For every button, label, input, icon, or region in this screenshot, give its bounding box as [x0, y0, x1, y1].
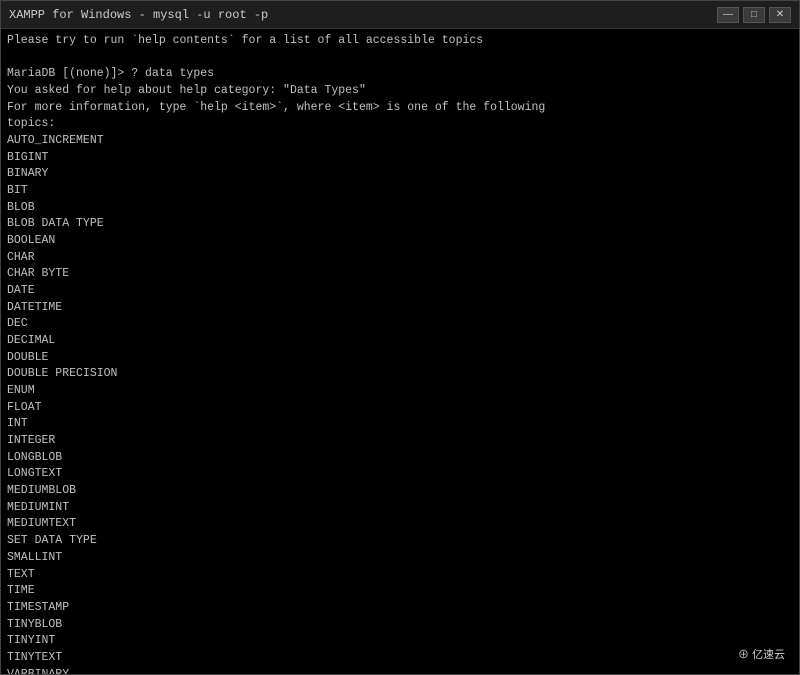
maximize-button[interactable]: □ — [743, 7, 765, 23]
list-item: SMALLINT — [7, 550, 793, 567]
list-item: DATETIME — [7, 300, 793, 317]
command-prompt-1: MariaDB [(none)]> ? data types — [7, 66, 793, 83]
list-item: LONGBLOB — [7, 450, 793, 467]
list-item: TINYTEXT — [7, 650, 793, 667]
terminal[interactable]: Please try to run `help contents` for a … — [1, 29, 799, 674]
list-item: DATE — [7, 283, 793, 300]
list-item: TINYINT — [7, 633, 793, 650]
window-controls: — □ ✕ — [717, 7, 791, 23]
window: XAMPP for Windows - mysql -u root -p — □… — [0, 0, 800, 675]
help-line-1: You asked for help about help category: … — [7, 83, 793, 100]
list-item: DECIMAL — [7, 333, 793, 350]
list-item: FLOAT — [7, 400, 793, 417]
help-line-2: For more information, type `help <item>`… — [7, 100, 793, 117]
list-item: MEDIUMTEXT — [7, 516, 793, 533]
list-item: TEXT — [7, 567, 793, 584]
list-item: AUTO_INCREMENT — [7, 133, 793, 150]
list-item: TINYBLOB — [7, 617, 793, 634]
minimize-button[interactable]: — — [717, 7, 739, 23]
list-item: BIT — [7, 183, 793, 200]
list-item: ENUM — [7, 383, 793, 400]
list-item: TIMESTAMP — [7, 600, 793, 617]
list-item: BLOB — [7, 200, 793, 217]
list-item: DEC — [7, 316, 793, 333]
list-item: LONGTEXT — [7, 466, 793, 483]
watermark: ⊕ 亿速云 — [732, 645, 791, 666]
blank-line-1 — [7, 50, 793, 67]
title-bar: XAMPP for Windows - mysql -u root -p — □… — [1, 1, 799, 29]
list-item: BIGINT — [7, 150, 793, 167]
list-item: DOUBLE PRECISION — [7, 366, 793, 383]
list-item: DOUBLE — [7, 350, 793, 367]
list-item: MEDIUMBLOB — [7, 483, 793, 500]
intro-line: Please try to run `help contents` for a … — [7, 33, 793, 50]
list-item: MEDIUMINT — [7, 500, 793, 517]
topics-list: AUTO_INCREMENT BIGINT BINARY BIT BLOB BL… — [7, 133, 793, 674]
list-item: VARBINARY — [7, 667, 793, 674]
list-item: BLOB DATA TYPE — [7, 216, 793, 233]
window-title: XAMPP for Windows - mysql -u root -p — [9, 8, 268, 22]
list-item: BINARY — [7, 166, 793, 183]
list-item: CHAR BYTE — [7, 266, 793, 283]
list-item: BOOLEAN — [7, 233, 793, 250]
list-item: CHAR — [7, 250, 793, 267]
list-item: TIME — [7, 583, 793, 600]
list-item: SET DATA TYPE — [7, 533, 793, 550]
topics-label: topics: — [7, 116, 793, 133]
list-item: INTEGER — [7, 433, 793, 450]
close-button[interactable]: ✕ — [769, 7, 791, 23]
list-item: INT — [7, 416, 793, 433]
